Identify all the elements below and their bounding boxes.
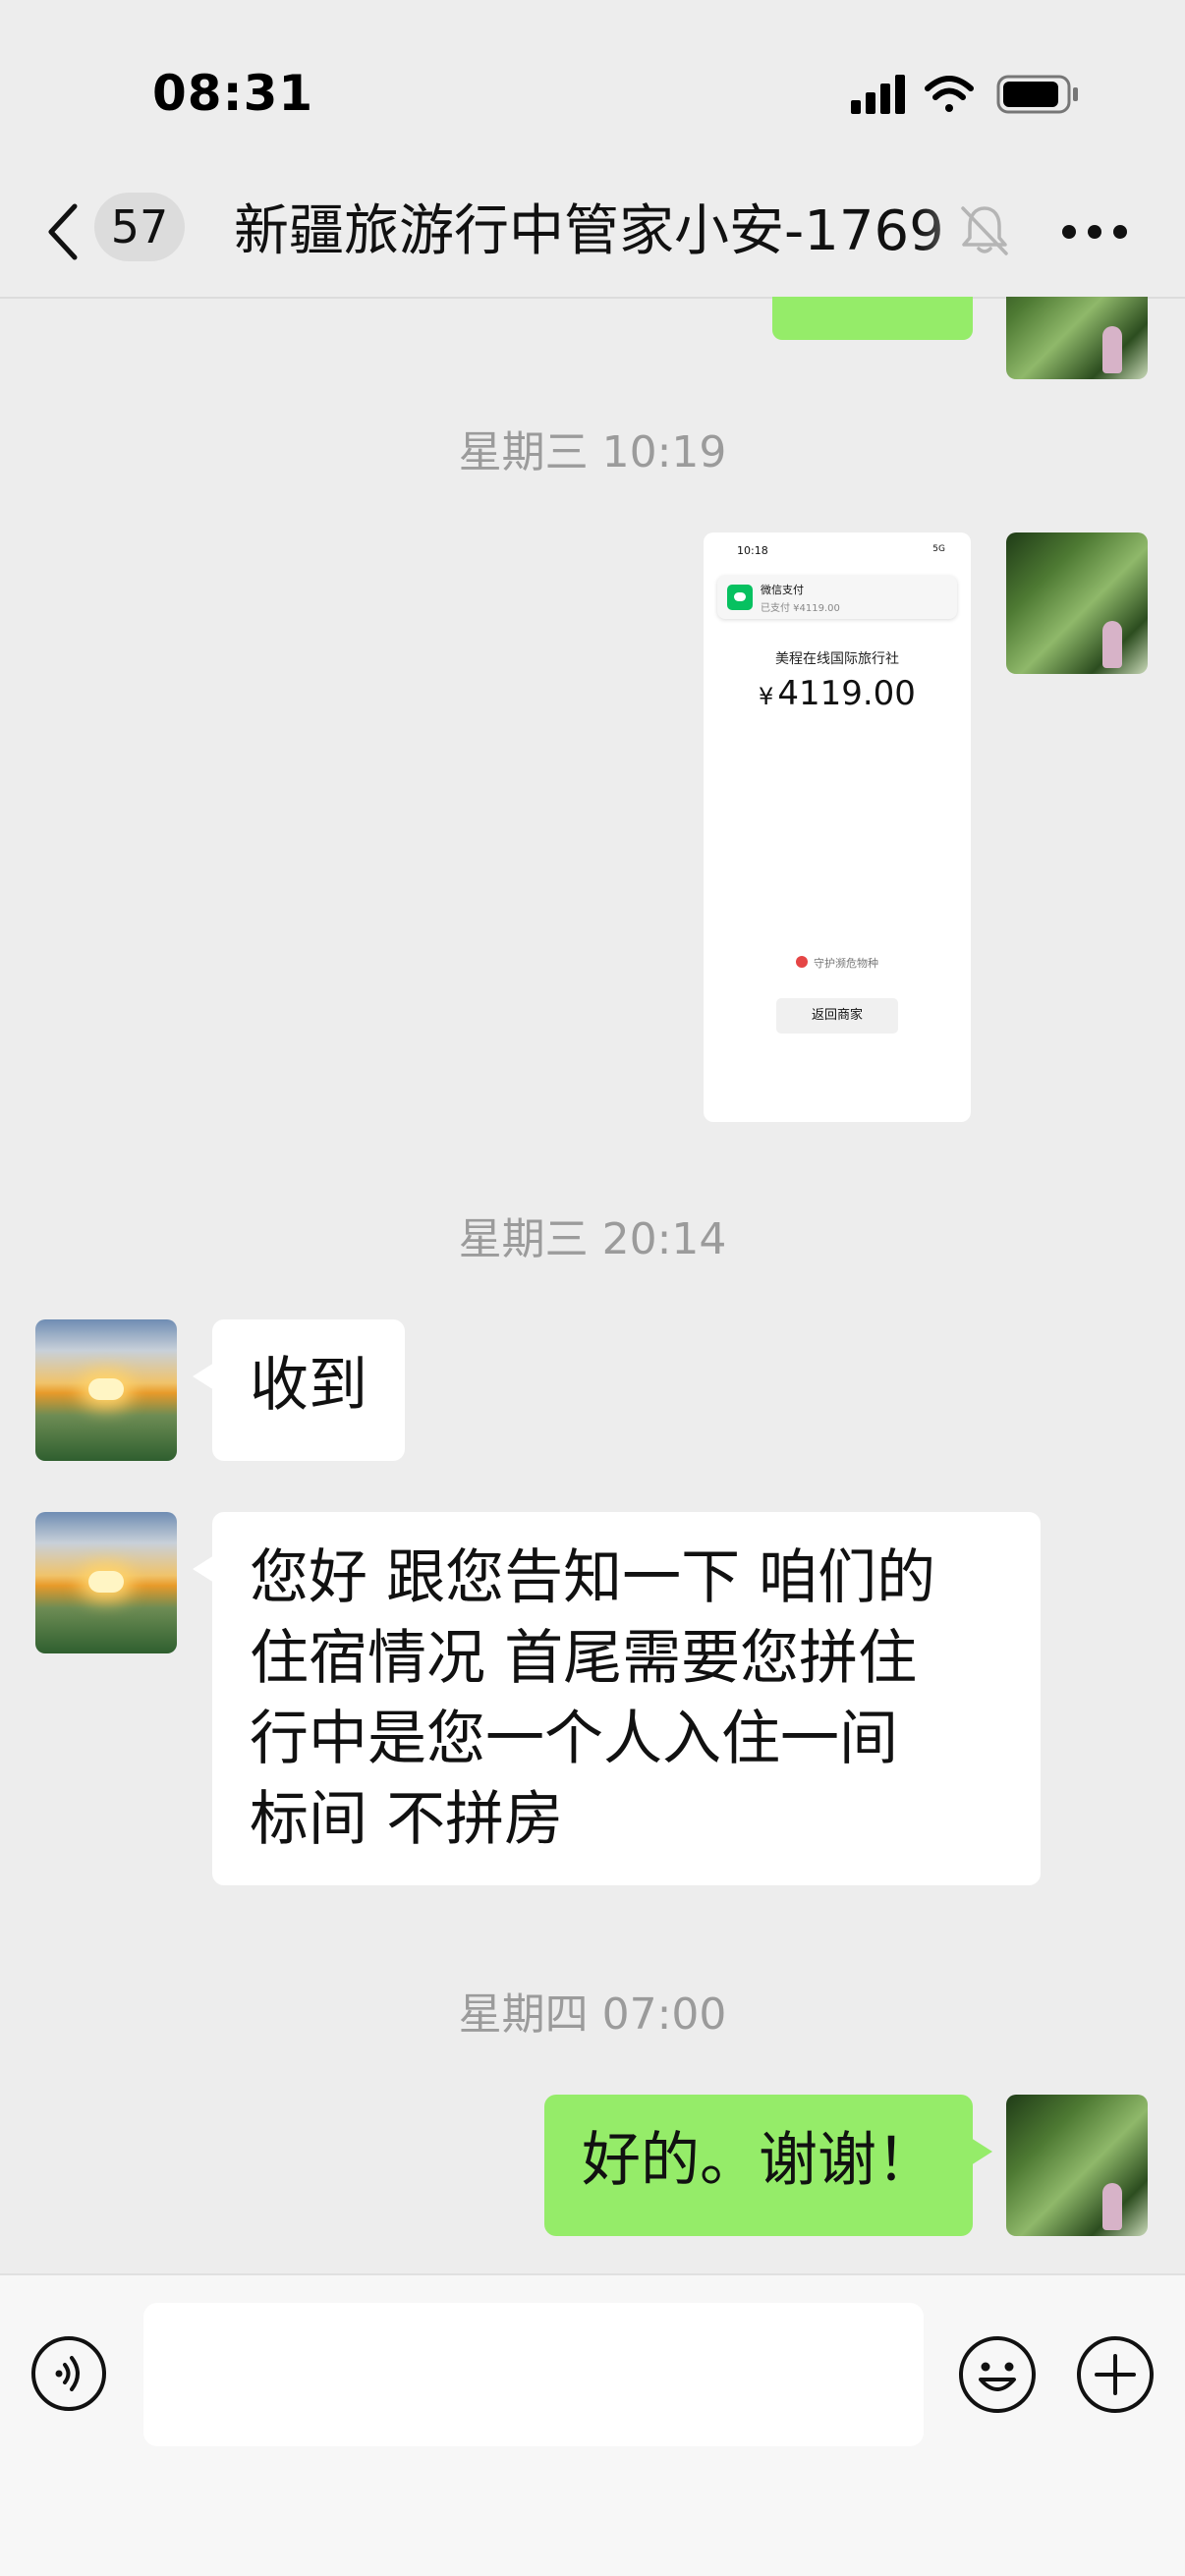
status-bar: 08:31 xyxy=(0,0,1185,167)
previous-sent-bubble[interactable] xyxy=(772,297,973,340)
chat-messages[interactable]: 星期三 10:19 10:18 5G 微信支付 已支付 ¥4119.00 美程在… xyxy=(0,297,1185,2273)
contact-avatar[interactable] xyxy=(35,1512,177,1653)
timestamp: 星期三 10:19 xyxy=(458,427,727,477)
image-amount-value: 4119.00 xyxy=(777,674,916,713)
unread-count-badge[interactable]: 57 xyxy=(94,193,185,261)
sent-message-bubble[interactable]: 好的。谢谢！ xyxy=(544,2095,992,2236)
more-dots-icon[interactable] xyxy=(1061,224,1128,240)
chat-header: 57 新疆旅游行中管家小安-1769 xyxy=(0,167,1185,299)
received-message-bubble[interactable]: 您好 跟您告知一下 咱们的 住宿情况 首尾需要您拼住 行中是您一个人入住一间 标… xyxy=(193,1512,1041,1885)
message-line: 您好 跟您告知一下 咱们的 xyxy=(250,1543,936,1612)
wifi-icon xyxy=(925,76,974,112)
payment-screenshot-image[interactable]: 10:18 5G 微信支付 已支付 ¥4119.00 美程在线国际旅行社 ¥41… xyxy=(704,532,971,1122)
plus-icon[interactable] xyxy=(1075,2334,1156,2415)
message-line: 标间 不拼房 xyxy=(250,1785,564,1854)
flower-icon xyxy=(796,956,808,968)
message-input[interactable] xyxy=(143,2303,924,2446)
message-line: 住宿情况 首尾需要您拼住 xyxy=(250,1624,918,1693)
wechat-pay-icon xyxy=(727,585,753,610)
image-currency: ¥ xyxy=(759,683,774,710)
self-avatar[interactable] xyxy=(1006,532,1148,674)
timestamp: 星期四 07:00 xyxy=(458,1989,727,2040)
image-pay-title: 微信支付 xyxy=(761,584,804,596)
image-pay-subtitle: 已支付 ¥4119.00 xyxy=(761,603,840,614)
self-avatar[interactable] xyxy=(1006,297,1148,379)
status-icons xyxy=(851,75,1078,114)
voice-icon[interactable] xyxy=(29,2334,108,2413)
emoji-icon[interactable] xyxy=(957,2334,1038,2415)
back-chevron-icon[interactable] xyxy=(43,202,83,261)
received-message-bubble[interactable]: 收到 xyxy=(193,1319,405,1461)
image-network: 5G xyxy=(932,544,945,554)
image-merchant-name: 美程在线国际旅行社 xyxy=(775,651,899,667)
timestamp: 星期三 20:14 xyxy=(458,1214,727,1264)
chat-title: 新疆旅游行中管家小安-1769 xyxy=(234,199,944,263)
contact-avatar[interactable] xyxy=(35,1319,177,1461)
image-return-button: 返回商家 xyxy=(776,998,898,1034)
message-line: 行中是您一个人入住一间 xyxy=(250,1705,898,1773)
mute-bell-icon xyxy=(961,206,1008,255)
input-bar xyxy=(0,2273,1185,2576)
image-amount: ¥4119.00 xyxy=(704,674,971,713)
image-protect-label: 守护濒危物种 xyxy=(704,955,971,971)
status-time: 08:31 xyxy=(152,65,314,122)
image-pay-notification: 微信支付 已支付 ¥4119.00 xyxy=(717,576,957,619)
image-status-time: 10:18 xyxy=(737,544,768,557)
image-protect-text: 守护濒危物种 xyxy=(814,957,878,970)
self-avatar[interactable] xyxy=(1006,2095,1148,2236)
signal-bars-icon xyxy=(851,75,905,114)
battery-icon xyxy=(996,75,1078,114)
